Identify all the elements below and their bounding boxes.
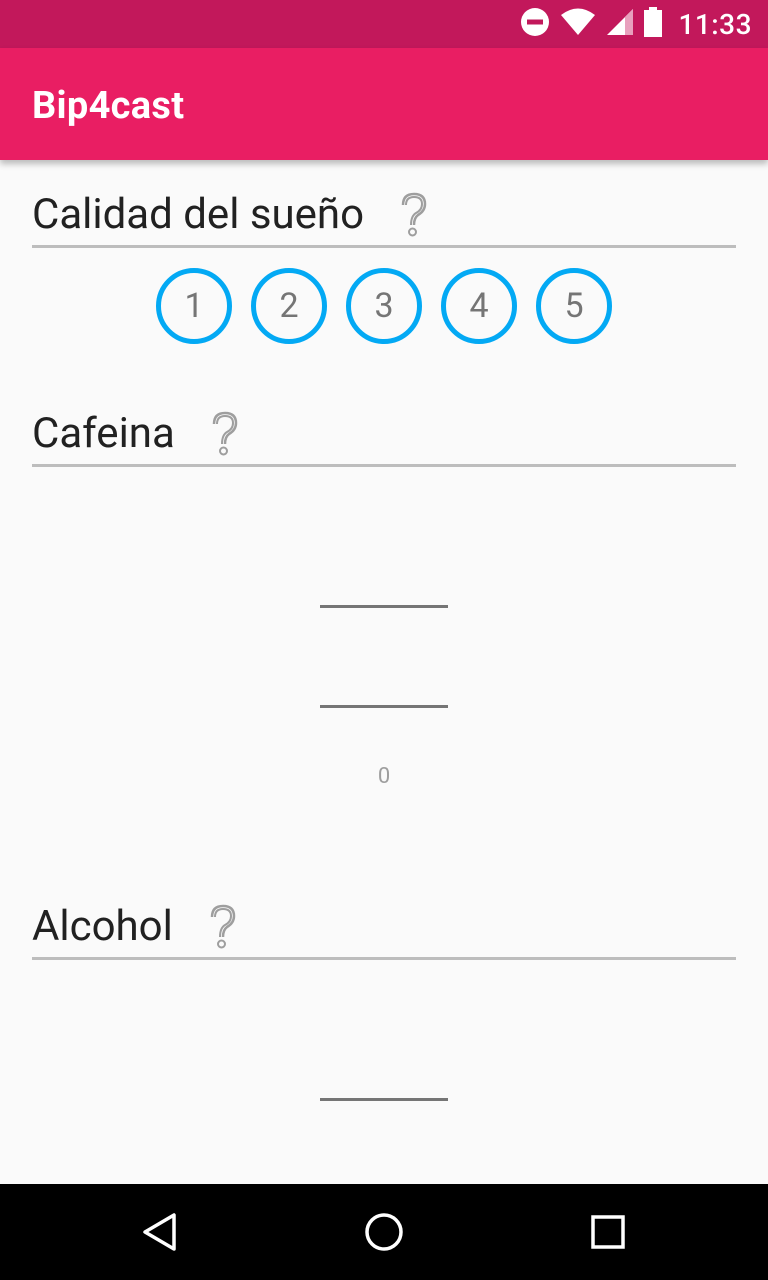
alcohol-header: Alcohol [32, 896, 736, 960]
alcohol-picker-divider-top [320, 1098, 448, 1101]
help-icon[interactable] [209, 410, 241, 458]
rating-button-4[interactable]: 4 [441, 268, 517, 344]
cell-signal-icon [606, 8, 634, 40]
home-icon[interactable] [360, 1208, 408, 1256]
status-icons: 11:33 [520, 0, 752, 48]
caffeine-picker-value[interactable]: 0 [320, 764, 448, 789]
help-icon[interactable] [398, 191, 430, 239]
sleep-quality-title: Calidad del sueño [32, 190, 365, 239]
rating-button-3[interactable]: 3 [346, 268, 422, 344]
battery-icon [644, 7, 663, 41]
rating-button-5[interactable]: 5 [536, 268, 612, 344]
app-title: Bip4cast [32, 84, 185, 128]
sleep-quality-header: Calidad del sueño [32, 184, 736, 248]
rating-button-2[interactable]: 2 [251, 268, 327, 344]
do-not-disturb-icon [520, 7, 550, 41]
rating-button-1[interactable]: 1 [156, 268, 232, 344]
status-time: 11:33 [678, 7, 752, 41]
recents-icon[interactable] [584, 1208, 632, 1256]
wifi-icon [560, 8, 596, 40]
caffeine-picker-divider-top [320, 605, 448, 608]
caffeine-picker-divider-bottom[interactable] [320, 705, 448, 708]
back-icon[interactable] [136, 1208, 184, 1256]
navigation-bar [0, 1184, 768, 1280]
help-icon[interactable] [207, 903, 239, 951]
caffeine-title: Cafeina [32, 409, 175, 458]
caffeine-header: Cafeina [32, 403, 736, 467]
status-bar: 11:33 [0, 0, 768, 48]
sleep-quality-rating: 1 2 3 4 5 [0, 268, 768, 344]
alcohol-title: Alcohol [32, 902, 173, 951]
app-bar: Bip4cast [0, 48, 768, 160]
